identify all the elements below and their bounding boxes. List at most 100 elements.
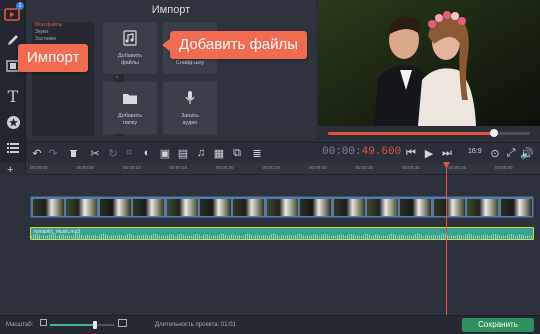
waveform-bar [279, 235, 280, 239]
add-files-tile[interactable]: Добавить файлы [103, 22, 157, 74]
preview-progress-knob[interactable] [489, 129, 498, 137]
waveform-bar [251, 234, 252, 239]
waveform-bar [129, 233, 130, 239]
titles-tool-button[interactable]: T [3, 86, 23, 106]
zoom-in-icon[interactable] [118, 319, 127, 327]
waveform-bar [47, 235, 48, 239]
volume-button[interactable]: 🔊 [520, 146, 534, 160]
waveform-bar [367, 233, 368, 239]
rotate-button[interactable]: ↻ [106, 146, 120, 160]
notification-badge: 1 [16, 2, 24, 10]
waveform-bar [309, 235, 310, 239]
stabilize-button[interactable]: ▦ [212, 146, 226, 160]
image-edit-button[interactable]: ▣ [158, 146, 172, 160]
save-button[interactable]: Сохранить [462, 318, 534, 332]
waveform-bar [335, 235, 336, 239]
waveform-bar [175, 235, 176, 239]
waveform-bar [461, 234, 462, 239]
audio-track-clip[interactable]: romantic_music.mp3 [30, 227, 534, 240]
color-adjust-button[interactable]: ◐ [140, 146, 154, 160]
crop-button[interactable]: ⌗ [122, 146, 136, 160]
waveform-bar [395, 234, 396, 239]
waveform-bar [423, 235, 424, 239]
play-button[interactable]: ▶ [422, 146, 436, 160]
timeline-ruler[interactable]: 00:00:00 00:00:05 00:00:10 00:00:15 00:00:20… [26, 163, 540, 175]
waveform-bar [519, 234, 520, 239]
waveform-bar [415, 234, 416, 239]
text-t-icon: T [7, 86, 19, 106]
waveform-bar [331, 235, 332, 239]
waveform-bar [161, 235, 162, 239]
contrast-icon: ◐ [143, 147, 151, 159]
project-duration: Длительность проекта: 01:01 [155, 322, 236, 328]
import-tool-button[interactable]: 1 [3, 2, 24, 24]
waveform-bar [101, 233, 102, 239]
add-folder-tile[interactable]: Добавить папку [103, 82, 157, 134]
waveform-bar [255, 235, 256, 239]
stickers-tool-button[interactable] [3, 112, 23, 132]
waveform-bar [329, 235, 330, 239]
delete-button[interactable] [66, 146, 80, 160]
next-frame-button[interactable]: ⏭ [440, 146, 454, 160]
preview-progress-track[interactable] [328, 129, 530, 137]
waveform-bar [503, 235, 504, 239]
waveform-bar [237, 235, 238, 239]
more-tools-button[interactable] [3, 138, 23, 158]
cut-button[interactable]: ✂ [88, 146, 102, 160]
audio-waveform [31, 233, 534, 239]
waveform-bar [45, 235, 46, 239]
waveform-bar [261, 235, 262, 239]
waveform-bar [195, 234, 196, 239]
waveform-bar [275, 233, 276, 239]
waveform-bar [303, 235, 304, 239]
playhead[interactable] [446, 163, 447, 315]
record-voice-button[interactable]: ♫ [194, 146, 208, 160]
fullscreen-button[interactable]: ⤢ [504, 146, 518, 160]
waveform-bar [433, 234, 434, 239]
waveform-bar [205, 234, 206, 239]
undo-button[interactable]: ↶ [30, 146, 44, 160]
waveform-bar [475, 235, 476, 239]
zoom-slider[interactable] [50, 321, 114, 329]
video-preview[interactable] [318, 0, 540, 126]
waveform-bar [385, 235, 386, 239]
previous-frame-button[interactable]: ⏮ [404, 146, 418, 160]
category-intros[interactable]: Заставки [32, 36, 94, 43]
waveform-bar [171, 234, 172, 239]
zoom-slider-knob[interactable] [92, 321, 97, 329]
ruler-tick-label: 00:00:50 [495, 165, 513, 170]
waveform-bar [387, 235, 388, 239]
speaker-icon: 🔊 [520, 147, 534, 160]
chevron-left-icon: ‹ [116, 74, 119, 81]
waveform-bar [319, 235, 320, 239]
insert-button[interactable]: ▤ [176, 146, 190, 160]
record-audio-tile[interactable]: Запись аудио [163, 82, 217, 134]
waveform-bar [343, 234, 344, 239]
waveform-bar [523, 235, 524, 239]
transition-button[interactable]: ⧉ [230, 146, 244, 160]
waveform-bar [189, 235, 190, 239]
waveform-bar [239, 235, 240, 239]
waveform-bar [429, 235, 430, 239]
waveform-bar [87, 234, 88, 239]
category-sounds[interactable]: Звуки [32, 29, 94, 36]
waveform-bar [203, 234, 204, 239]
waveform-bar [57, 235, 58, 239]
waveform-bar [533, 234, 534, 239]
waveform-bar [107, 234, 108, 239]
zoom-out-icon[interactable] [40, 319, 47, 326]
waveform-bar [201, 235, 202, 239]
category-my-files[interactable]: Мои файлы [32, 22, 94, 29]
ruler-tick-label: 00:00:25 [262, 165, 281, 170]
snapshot-button[interactable]: ⊙ [488, 146, 502, 160]
ruler-tick-label: 00:00:05 [76, 165, 95, 170]
waveform-bar [465, 234, 466, 239]
redo-button[interactable]: ↷ [46, 146, 60, 160]
aspect-ratio-button[interactable]: 16:9 [468, 148, 482, 155]
add-files-callout: Добавить файлы [170, 31, 308, 59]
waveform-bar [183, 234, 184, 239]
equalizer-button[interactable]: ≣ [250, 146, 264, 160]
video-track-clip[interactable] [30, 196, 534, 218]
waveform-bar [381, 235, 382, 239]
waveform-bar [287, 235, 288, 239]
